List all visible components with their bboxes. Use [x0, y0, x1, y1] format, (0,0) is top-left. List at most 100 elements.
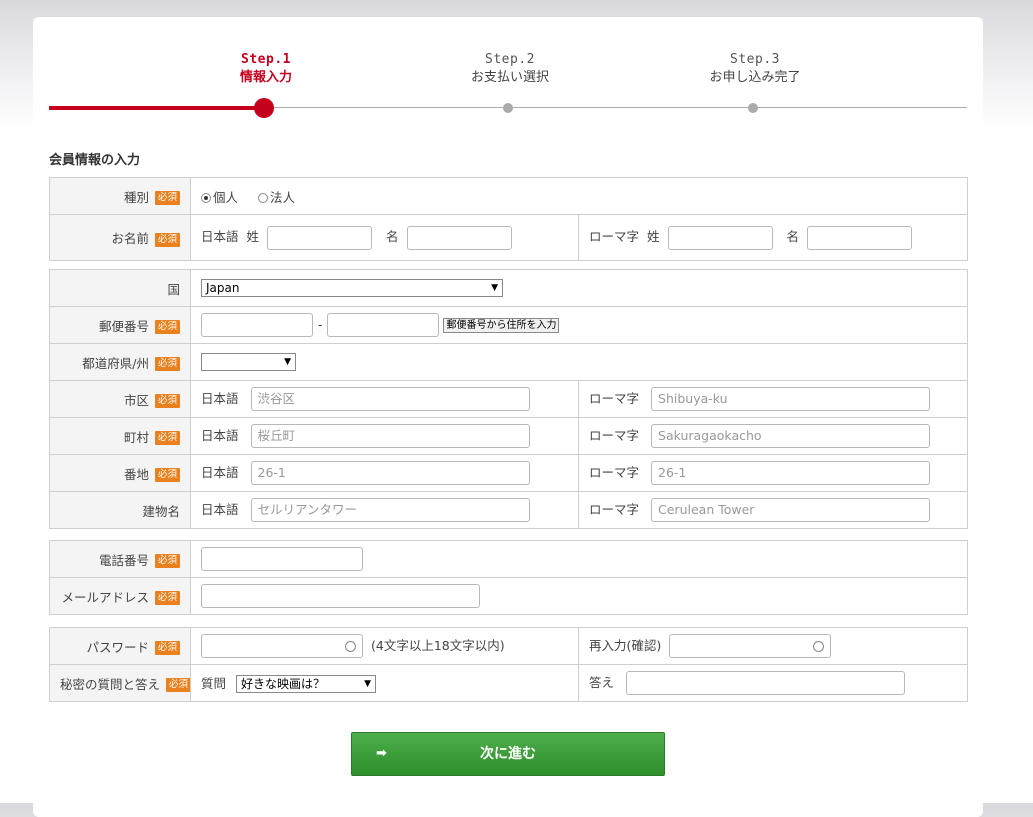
dropdown-arrow-icon: ▼ — [284, 357, 291, 367]
eye-icon[interactable] — [345, 641, 356, 652]
pref-label: 都道府県/州 — [82, 355, 149, 371]
step-1-number: Step.1 — [241, 52, 291, 67]
city-roman-cell: ローマ字 Shibuya-ku — [578, 380, 968, 418]
required-badge: 必須 — [154, 554, 180, 568]
country-row: 国 Japan ▼ — [49, 269, 968, 307]
block-jp-input[interactable]: 26-1 — [250, 461, 530, 485]
password-hint: (4文字以上18文字以内) — [370, 637, 505, 653]
prefecture-select[interactable]: ▼ — [201, 353, 296, 371]
country-cell: Japan ▼ — [190, 269, 968, 307]
secret-answer-label: 答え — [589, 674, 615, 690]
type-options-cell: 個人 法人 — [190, 177, 968, 215]
zip-label: 郵便番号 — [98, 318, 149, 334]
block-row: 番地 必須 日本語 26-1 ローマ字 26-1 — [49, 454, 968, 492]
radio-corporate-label[interactable]: 法人 — [270, 190, 295, 205]
step-3-dot — [748, 103, 758, 113]
first-name-roman-input[interactable] — [807, 225, 913, 250]
city-label: 市区 — [123, 392, 149, 408]
step-1-label: 情報入力 — [239, 70, 292, 85]
city-roman-input[interactable]: Shibuya-ku — [651, 387, 931, 411]
building-jp-cell: 日本語 セルリアンタワー — [190, 491, 579, 529]
city-roman-label: ローマ字 — [589, 390, 640, 406]
town-jp-label: 日本語 — [201, 427, 239, 443]
town-roman-cell: ローマ字 Sakuragaokacho — [578, 417, 968, 455]
town-row: 町村 必須 日本語 桜丘町 ローマ字 Sakuragaokacho — [49, 417, 968, 455]
secret-answer-input[interactable] — [626, 671, 906, 695]
building-label: 建物名 — [142, 503, 180, 519]
building-roman-label: ローマ字 — [589, 501, 640, 517]
block-label: 番地 — [123, 466, 149, 482]
required-badge: 必須 — [154, 431, 180, 445]
block-roman-label: ローマ字 — [589, 464, 640, 480]
town-label: 町村 — [123, 429, 149, 445]
pref-cell: ▼ — [190, 343, 968, 381]
building-jp-label: 日本語 — [201, 501, 239, 517]
next-button-label: 次に進む — [480, 746, 536, 762]
progress-fill — [49, 106, 265, 110]
building-roman-input[interactable]: Cerulean Tower — [651, 498, 931, 522]
phone-input[interactable] — [201, 547, 363, 571]
required-badge: 必須 — [154, 357, 180, 371]
zip-row: 郵便番号 必須 - 郵便番号から住所を入力 — [49, 306, 968, 344]
name-label-cell: お名前 必須 — [49, 214, 191, 261]
step-progress: Step.1 情報入力 Step.2 お支払い選択 Step.3 お申し込み完了 — [33, 17, 983, 127]
city-jp-input[interactable]: 渋谷区 — [250, 387, 530, 411]
step-1-dot — [254, 98, 274, 118]
next-button[interactable]: ➡ 次に進む — [351, 732, 665, 776]
type-label-cell: 種別 必須 — [49, 177, 191, 215]
password-input[interactable] — [201, 634, 363, 658]
email-cell — [190, 577, 968, 615]
required-badge: 必須 — [154, 468, 180, 482]
secret-question-select[interactable]: 好きな映画は？ ▼ — [236, 675, 377, 694]
step-3: Step.3 お申し込み完了 — [675, 51, 835, 87]
zip-second-input[interactable] — [327, 313, 440, 337]
type-label: 種別 — [123, 189, 149, 205]
email-label: メールアドレス — [61, 589, 149, 605]
secret-label: 秘密の質問と答え — [60, 676, 161, 692]
last-name-jp-input[interactable] — [267, 225, 373, 250]
dropdown-arrow-icon: ▼ — [491, 283, 498, 293]
zip-dash: - — [317, 316, 323, 332]
radio-individual-label[interactable]: 個人 — [213, 190, 238, 205]
required-badge: 必須 — [154, 232, 180, 247]
name-roman-cell: ローマ字姓 名 — [578, 214, 968, 261]
email-label-cell: メールアドレス 必須 — [49, 577, 191, 615]
step-1: Step.1 情報入力 — [186, 51, 346, 87]
eye-icon[interactable] — [813, 641, 825, 652]
last-name-roman-input[interactable] — [667, 225, 773, 250]
name-mei-roman-label: 名 — [786, 229, 800, 244]
name-row: お名前 必須 日本語姓 名 ローマ字姓 名 — [49, 214, 968, 261]
secret-row: 秘密の質問と答え 必須 質問 好きな映画は？ ▼ 答え — [49, 664, 968, 702]
first-name-jp-input[interactable] — [406, 225, 512, 250]
building-roman-cell: ローマ字 Cerulean Tower — [578, 491, 968, 529]
country-select[interactable]: Japan ▼ — [201, 279, 503, 297]
name-roman-label: ローマ字 — [589, 229, 640, 244]
town-roman-label: ローマ字 — [589, 427, 640, 443]
section-title: 会員情報の入力 — [49, 153, 141, 168]
zip-label-cell: 郵便番号 必須 — [49, 306, 191, 344]
password-confirm-input[interactable] — [669, 634, 832, 658]
building-jp-input[interactable]: セルリアンタワー — [250, 498, 530, 522]
town-jp-input[interactable]: 桜丘町 — [250, 424, 530, 448]
required-badge: 必須 — [154, 191, 180, 205]
pref-label-cell: 都道府県/州 必須 — [49, 343, 191, 381]
block-roman-input[interactable]: 26-1 — [651, 461, 931, 485]
building-label-cell: 建物名 — [49, 491, 191, 529]
phone-label: 電話番号 — [98, 552, 149, 568]
step-2-dot — [503, 103, 513, 113]
secret-label-cell: 秘密の質問と答え 必須 — [49, 664, 191, 702]
zip-first-input[interactable] — [201, 313, 313, 337]
zip-lookup-button[interactable]: 郵便番号から住所を入力 — [443, 317, 560, 333]
radio-individual[interactable] — [201, 193, 211, 203]
secret-question-cell: 質問 好きな映画は？ ▼ — [190, 664, 579, 702]
password-row: パスワード 必須 (4文字以上18文字以内) 再入力(確認) — [49, 627, 968, 665]
building-row: 建物名 日本語 セルリアンタワー ローマ字 Cerulean Tower — [49, 491, 968, 529]
secret-question-value: 好きな映画は？ — [241, 677, 326, 692]
prefecture-row: 都道府県/州 必須 ▼ — [49, 343, 968, 381]
city-jp-cell: 日本語 渋谷区 — [190, 380, 579, 418]
city-label-cell: 市区 必須 — [49, 380, 191, 418]
town-roman-input[interactable]: Sakuragaokacho — [651, 424, 931, 448]
email-input[interactable] — [201, 584, 480, 608]
radio-corporate[interactable] — [257, 193, 268, 203]
password-confirm-label: 再入力(確認) — [589, 637, 662, 653]
